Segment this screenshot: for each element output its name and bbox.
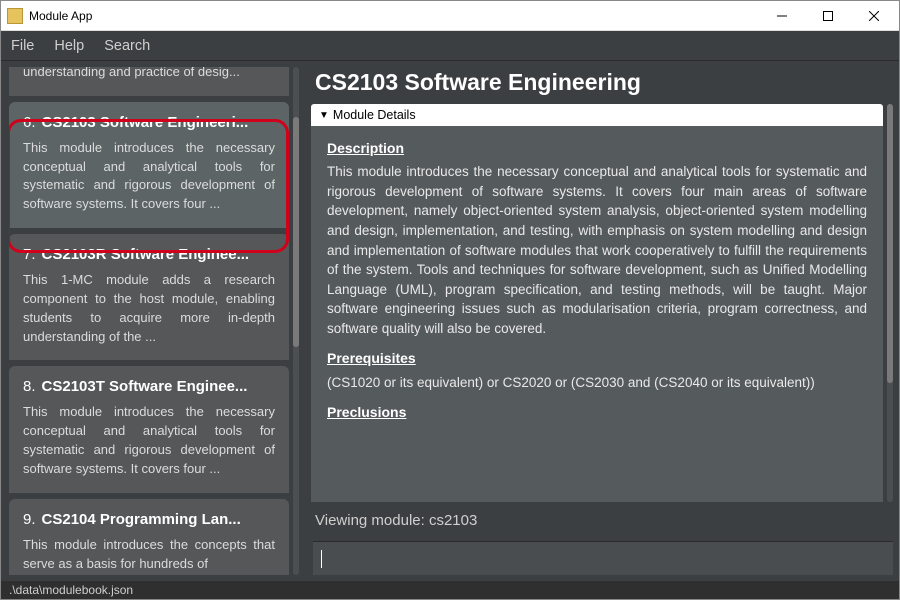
list-item[interactable]: 7. CS2103R Software Enginee... This 1-MC …: [9, 234, 289, 360]
scrollbar-thumb[interactable]: [293, 117, 299, 347]
description-text: This module introduces the necessary con…: [327, 162, 867, 338]
statusbar: .\data\modulebook.json: [1, 581, 899, 599]
detail-scrollbar[interactable]: [885, 104, 895, 502]
list-item-desc: This module introduces the concepts that…: [23, 536, 275, 574]
detail-panel: CS2103 Software Engineering ▼ Module Det…: [301, 61, 899, 581]
accordion-label: Module Details: [333, 108, 416, 122]
list-item[interactable]: 8. CS2103T Software Enginee... This modul…: [9, 366, 289, 492]
command-input[interactable]: [313, 541, 893, 575]
list-item-desc: This 1-MC module adds a research compone…: [23, 271, 275, 346]
list-item-desc: techniques necessary for the understandi…: [23, 67, 275, 82]
app-window: Module App File Help Search: [0, 0, 900, 600]
menu-search[interactable]: Search: [104, 38, 150, 54]
accordion-header[interactable]: ▼ Module Details: [311, 104, 883, 126]
list-item-selected[interactable]: 6. CS2103 Software Engineeri... This modu…: [9, 102, 289, 228]
list-item-title: CS2104 Programming Lan...: [42, 511, 241, 528]
list-item-title: CS2103 Software Engineeri...: [42, 114, 249, 131]
list-item[interactable]: 5.CS2101 techniques necessary for the un…: [9, 67, 289, 96]
list-item-index: 8.: [23, 378, 36, 395]
menu-help[interactable]: Help: [54, 38, 84, 54]
maximize-button[interactable]: [805, 1, 851, 31]
sidebar-scrollbar[interactable]: [291, 67, 301, 575]
list-item-desc: This module introduces the necessary con…: [23, 139, 275, 214]
chevron-down-icon: ▼: [319, 110, 329, 121]
menubar: File Help Search: [1, 31, 899, 61]
description-heading: Description: [327, 138, 867, 158]
list-item-title: CS2103T Software Enginee...: [42, 378, 248, 395]
prereq-heading: Prerequisites: [327, 348, 867, 368]
list-item-index: 9.: [23, 511, 36, 528]
viewing-status: Viewing module: cs2103: [311, 502, 895, 537]
preclusions-heading: Preclusions: [327, 402, 867, 422]
module-details: ▼ Module Details Description This module…: [311, 104, 883, 502]
titlebar: Module App: [1, 1, 899, 31]
app-icon: [7, 8, 23, 24]
list-item-index: 6.: [23, 114, 36, 131]
module-list[interactable]: 5.CS2101 techniques necessary for the un…: [9, 67, 289, 575]
list-item-title: CS2103R Software Enginee...: [42, 246, 250, 263]
window-controls: [759, 1, 897, 31]
status-path: .\data\modulebook.json: [9, 583, 133, 597]
prereq-text: (CS1020 or its equivalent) or CS2020 or …: [327, 373, 867, 393]
window-title: Module App: [29, 9, 759, 23]
description-panel: Description This module introduces the n…: [311, 126, 883, 502]
list-item-index: 7.: [23, 246, 36, 263]
sidebar: 5.CS2101 techniques necessary for the un…: [1, 61, 301, 581]
list-item-desc: This module introduces the necessary con…: [23, 403, 275, 478]
list-item[interactable]: 9. CS2104 Programming Lan... This module …: [9, 499, 289, 575]
scrollbar-thumb[interactable]: [887, 104, 893, 383]
menu-file[interactable]: File: [11, 38, 34, 54]
text-cursor: [321, 550, 322, 568]
minimize-button[interactable]: [759, 1, 805, 31]
close-button[interactable]: [851, 1, 897, 31]
main-area: 5.CS2101 techniques necessary for the un…: [1, 61, 899, 581]
page-title: CS2103 Software Engineering: [315, 69, 895, 96]
